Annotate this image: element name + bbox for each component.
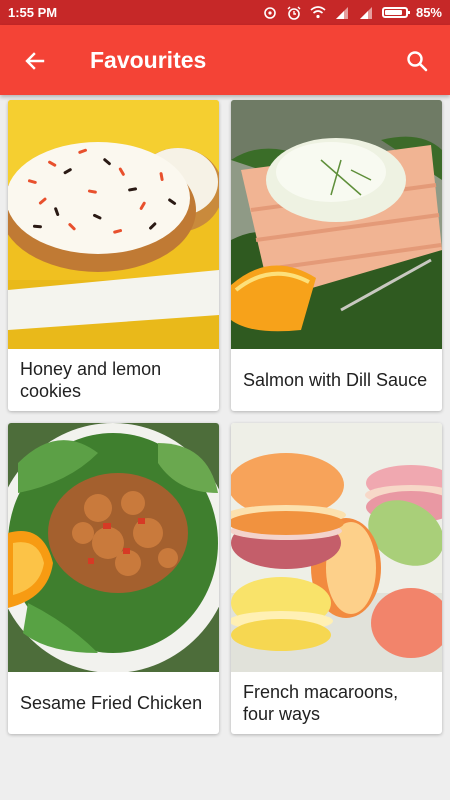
data-sync-icon xyxy=(262,6,278,20)
chicken-salad-photo xyxy=(8,423,219,672)
battery-fill xyxy=(384,10,402,15)
status-time: 1:55 PM xyxy=(8,5,58,20)
recipe-title: Honey and lemon cookies xyxy=(20,359,162,401)
recipe-title: Salmon with Dill Sauce xyxy=(243,370,428,390)
recipe-title: French macaroons, four ways xyxy=(243,682,399,724)
cookies-photo xyxy=(8,100,219,349)
battery-icon xyxy=(381,7,410,18)
recipe-card[interactable]: Salmon with Dill Sauce xyxy=(231,100,442,411)
signal-icon xyxy=(358,6,374,20)
recipe-card[interactable]: French macaroons, four ways xyxy=(231,423,442,734)
wifi-icon xyxy=(310,6,326,20)
recipe-card[interactable]: Sesame Fried Chicken xyxy=(8,423,219,734)
battery-percent: 85% xyxy=(415,5,442,20)
alarm-icon xyxy=(286,6,302,20)
salmon-photo xyxy=(231,100,442,349)
macarons-photo xyxy=(231,423,442,672)
recipe-title: Sesame Fried Chicken xyxy=(20,693,203,713)
app-bar: Favourites xyxy=(0,25,450,95)
arrow-back-icon[interactable] xyxy=(20,46,50,76)
signal-icon xyxy=(334,6,350,20)
status-icons: 85% xyxy=(262,5,442,20)
status-bar: 1:55 PM 85% xyxy=(0,0,450,25)
recipe-card[interactable]: Honey and lemon cookies xyxy=(8,100,219,411)
page-title: Favourites xyxy=(90,47,207,73)
search-icon[interactable] xyxy=(402,46,432,76)
